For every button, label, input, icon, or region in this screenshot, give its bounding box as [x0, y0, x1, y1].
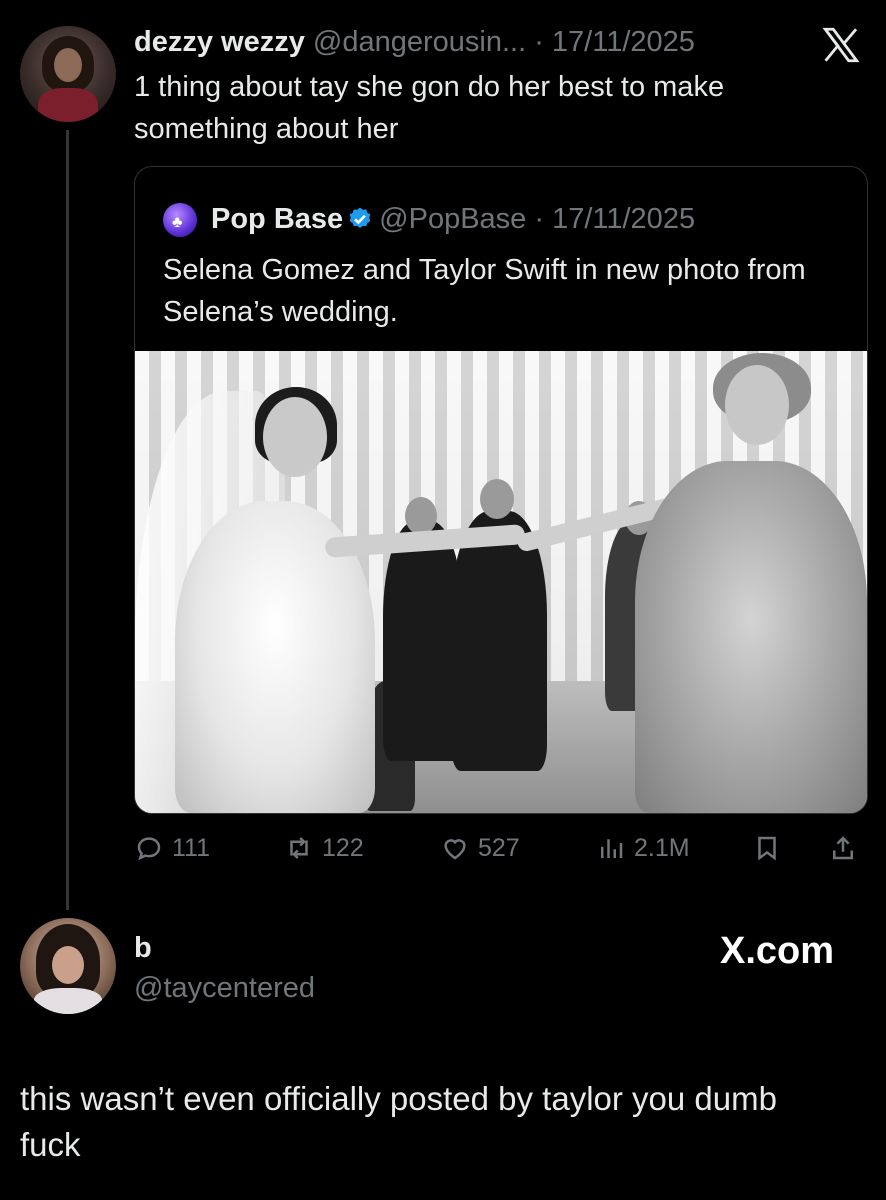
share-icon	[833, 836, 853, 860]
quoted-tweet-header: Pop Base @PopBase · 17/11/2025	[211, 199, 695, 239]
like-icon	[444, 839, 466, 860]
repost-button[interactable]: 122	[284, 826, 364, 870]
bookmark-icon	[758, 836, 776, 861]
top-tweet-header: dezzy wezzy @dangerousin... · 17/11/2025	[134, 24, 695, 60]
quoted-tweet-handle-date[interactable]: @PopBase · 17/11/2025	[379, 203, 695, 235]
popbase-avatar[interactable]: ♣	[163, 203, 197, 237]
like-button[interactable]: 527	[440, 826, 520, 870]
repost-count: 122	[322, 833, 364, 862]
reply-count: 111	[172, 833, 211, 862]
repost-icon	[290, 837, 308, 859]
wedding-photo[interactable]	[135, 351, 867, 813]
views-button[interactable]: 2.1M	[596, 826, 690, 870]
reply-tweet-text: this wasn’t even officially posted by ta…	[20, 1080, 777, 1163]
bookmark-button[interactable]	[752, 826, 790, 870]
like-count: 527	[478, 833, 520, 862]
x-com-text: X.com	[720, 930, 835, 972]
views-count: 2.1M	[634, 833, 690, 862]
action-bar: 111 122 527 2.1M	[134, 826, 866, 870]
thread-line	[66, 130, 69, 910]
quoted-tweet-author-name[interactable]: Pop Base	[211, 203, 343, 235]
x-com-watermark: X.com	[720, 930, 834, 973]
x-logo-icon	[822, 27, 860, 63]
reply-author-avatar[interactable]	[20, 918, 116, 1014]
reply-icon	[137, 837, 161, 861]
dezzy-avatar[interactable]	[20, 26, 116, 122]
quoted-tweet-text: Selena Gomez and Taylor Swift in new pho…	[163, 254, 806, 328]
top-tweet-author-name[interactable]: dezzy wezzy	[134, 26, 305, 58]
verified-badge-icon	[349, 207, 371, 228]
reply-author-name[interactable]: b	[134, 932, 152, 965]
top-tweet-handle-date[interactable]: @dangerousin... · 17/11/2025	[313, 26, 695, 58]
top-tweet-text: 1 thing about tay she gon do her best to…	[134, 71, 725, 145]
views-icon	[601, 839, 623, 858]
reply-author-handle[interactable]: @taycentered	[134, 972, 315, 1005]
reply-button[interactable]: 111	[134, 826, 210, 870]
quoted-tweet-card[interactable]: ♣ Pop Base @PopBase · 17/11/2025 Selena G…	[134, 166, 868, 814]
share-button[interactable]	[828, 826, 866, 870]
